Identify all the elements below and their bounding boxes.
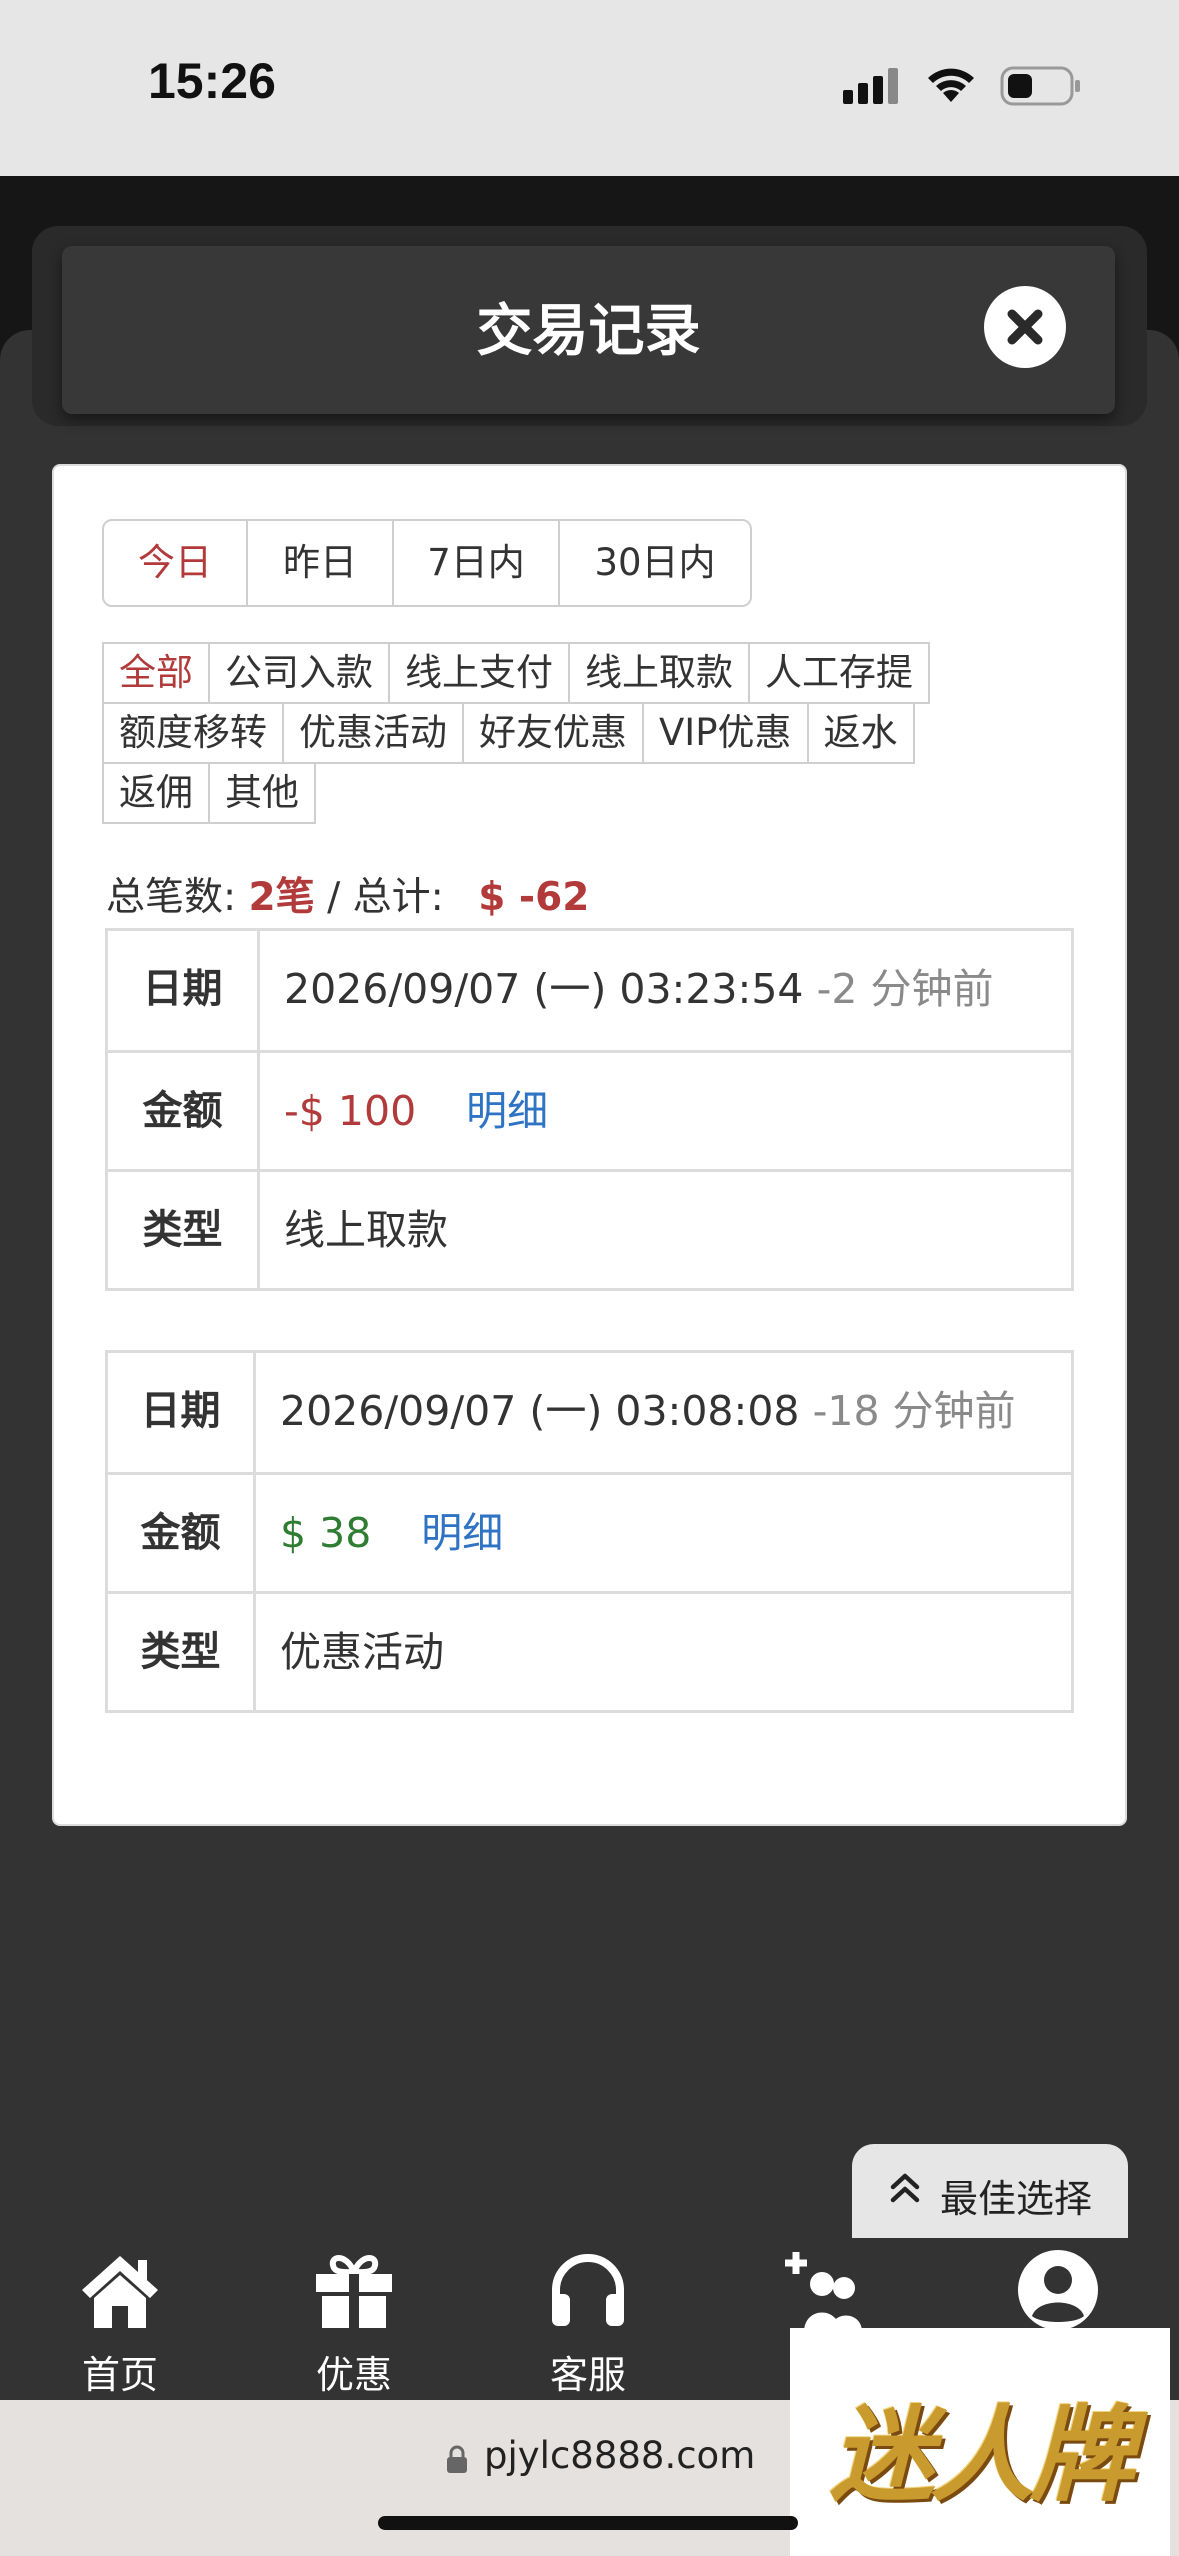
type-label: 类型 — [108, 1172, 260, 1288]
tab-yesterday[interactable]: 昨日 — [246, 521, 392, 605]
add-friend-icon — [785, 2252, 862, 2332]
status-bar: 15:26 — [0, 0, 1179, 176]
type-value: 线上取款 — [284, 1206, 448, 1254]
amount-text: -$ 100 — [284, 1087, 417, 1135]
count-label: 总笔数: — [106, 875, 237, 920]
detail-link[interactable]: 明细 — [466, 1087, 548, 1135]
count-value: 2笔 — [248, 875, 315, 920]
headset-icon — [552, 2254, 624, 2326]
nav-customer-service[interactable]: 客服 — [513, 2238, 663, 2400]
filter-all[interactable]: 全部 — [102, 642, 210, 704]
filter-company-deposit[interactable]: 公司入款 — [208, 642, 390, 704]
record-date-row: 日期 2026/09/07 (一) 03:23:54 -2 分钟前 — [108, 931, 1071, 1050]
nav-home[interactable]: 首页 — [45, 2238, 195, 2400]
watermark-text: 迷人牌 — [829, 2394, 1134, 2516]
home-indicator — [378, 2516, 798, 2530]
url-text: pjylc8888.com — [484, 2434, 756, 2477]
date-label: 日期 — [108, 931, 260, 1050]
filter-online-withdrawal[interactable]: 线上取款 — [568, 642, 750, 704]
amount-label: 金额 — [108, 1475, 256, 1591]
double-chevron-up-icon — [890, 2173, 920, 2203]
date-value: 2026/09/07 (一) 03:23:54 -2 分钟前 — [260, 931, 1071, 1050]
filter-friend-bonus[interactable]: 好友优惠 — [462, 702, 644, 764]
user-icon — [1018, 2250, 1098, 2330]
filter-credit-transfer[interactable]: 额度移转 — [102, 702, 284, 764]
record-amount-row: 金额 -$ 100 明细 — [108, 1050, 1071, 1169]
date-range-tabs: 今日 昨日 7日内 30日内 — [102, 519, 752, 607]
nav-label: 首页 — [81, 2353, 158, 2397]
amount-value: $ 38 明细 — [256, 1475, 1071, 1591]
tab-30-days[interactable]: 30日内 — [558, 521, 750, 605]
close-button[interactable] — [984, 286, 1066, 368]
record-date-row: 日期 2026/09/07 (一) 03:08:08 -18 分钟前 — [108, 1353, 1071, 1472]
close-icon — [1007, 309, 1043, 345]
record-type-row: 类型 线上取款 — [108, 1169, 1071, 1288]
record-type-row: 类型 优惠活动 — [108, 1591, 1071, 1710]
nav-label: 客服 — [549, 2353, 626, 2397]
filter-commission[interactable]: 返佣 — [102, 762, 210, 824]
summary-line: 总笔数: 2笔 / 总计: $ -62 — [106, 866, 589, 922]
wifi-icon — [928, 68, 974, 102]
filter-promotion[interactable]: 优惠活动 — [282, 702, 464, 764]
record-table: 日期 2026/09/07 (一) 03:08:08 -18 分钟前 金额 $ … — [105, 1350, 1074, 1713]
tab-today[interactable]: 今日 — [104, 521, 246, 605]
record-amount-row: 金额 $ 38 明细 — [108, 1472, 1071, 1591]
summary-separator: / — [327, 875, 353, 920]
time-ago: -2 分钟前 — [816, 965, 994, 1013]
modal-header: 交易记录 — [62, 246, 1115, 414]
modal-title: 交易记录 — [476, 299, 701, 364]
type-label: 类型 — [108, 1594, 256, 1710]
best-choice-label: 最佳选择 — [940, 2177, 1093, 2221]
record-table: 日期 2026/09/07 (一) 03:23:54 -2 分钟前 金额 -$ … — [105, 928, 1074, 1291]
signal-icon — [843, 68, 898, 104]
amount-label: 金额 — [108, 1053, 260, 1169]
date-text: 2026/09/07 (一) 03:23:54 — [284, 965, 804, 1013]
date-value: 2026/09/07 (一) 03:08:08 -18 分钟前 — [256, 1353, 1071, 1472]
date-text: 2026/09/07 (一) 03:08:08 — [280, 1387, 800, 1435]
date-label: 日期 — [108, 1353, 256, 1472]
best-choice-button[interactable]: 最佳选择 — [852, 2144, 1128, 2238]
nav-promotions[interactable]: 优惠 — [279, 2238, 429, 2400]
filter-other[interactable]: 其他 — [208, 762, 316, 824]
filter-manual[interactable]: 人工存提 — [748, 642, 930, 704]
detail-link[interactable]: 明细 — [421, 1509, 503, 1557]
amount-value: -$ 100 明细 — [260, 1053, 1071, 1169]
filter-rebate[interactable]: 返水 — [806, 702, 915, 764]
type-value: 优惠活动 — [280, 1628, 444, 1676]
status-time: 15:26 — [148, 53, 276, 109]
home-icon — [82, 2256, 158, 2328]
total-label: 总计: — [352, 875, 444, 920]
total-value: $ -62 — [478, 875, 590, 920]
filter-vip-bonus[interactable]: VIP优惠 — [642, 702, 809, 764]
battery-icon — [1000, 66, 1080, 106]
tab-7-days[interactable]: 7日内 — [392, 521, 558, 605]
amount-text: $ 38 — [280, 1509, 372, 1557]
gift-icon — [316, 2255, 392, 2328]
time-ago: -18 分钟前 — [812, 1387, 1016, 1435]
watermark-logo: 迷人牌 — [790, 2328, 1170, 2556]
nav-label: 优惠 — [315, 2353, 392, 2397]
lock-icon — [447, 2445, 467, 2473]
type-filter-group: 全部 公司入款 线上支付 线上取款 人工存提 额度移转 优惠活动 好友优惠 VI… — [102, 642, 1002, 824]
filter-online-payment[interactable]: 线上支付 — [388, 642, 570, 704]
